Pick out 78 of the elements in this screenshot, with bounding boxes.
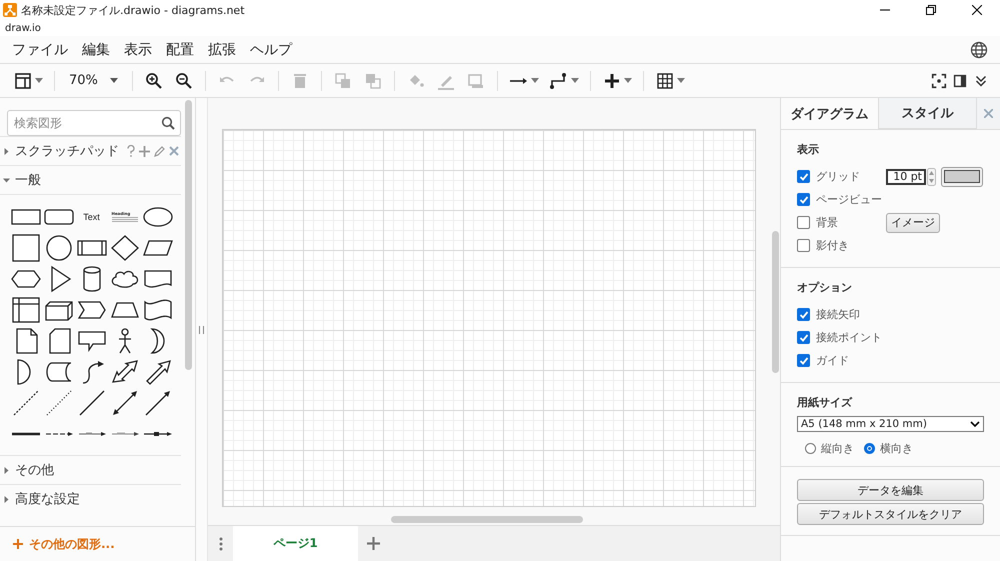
collapsed-triangle-icon[interactable]: [3, 496, 10, 502]
menu-item[interactable]: 表示: [124, 40, 152, 58]
menu-item[interactable]: 編集: [82, 40, 110, 58]
square-shape-icon[interactable]: [10, 234, 42, 262]
layout-icon[interactable]: [13, 70, 33, 90]
menu-item[interactable]: 拡張: [208, 40, 236, 58]
app-logo-icon: [3, 3, 17, 17]
action-button[interactable]: データを編集: [797, 479, 984, 501]
app-name: draw.io: [5, 22, 41, 34]
text-shape[interactable]: Text: [83, 212, 100, 222]
checkbox-label[interactable]: ページビュー: [816, 192, 886, 207]
internal-storage-shape-icon[interactable]: [10, 296, 42, 324]
zoom-dropdown[interactable]: 70%: [61, 73, 126, 88]
section-title[interactable]: その他: [15, 461, 54, 479]
scrollbar-thumb[interactable]: [185, 100, 192, 370]
radio-button[interactable]: [805, 443, 816, 454]
menu-item[interactable]: ヘルプ: [250, 40, 292, 58]
table-icon[interactable]: [654, 70, 675, 90]
collapsed-triangle-icon[interactable]: [3, 466, 10, 474]
menu-item[interactable]: 配置: [166, 40, 194, 58]
search-icon[interactable]: [161, 116, 175, 130]
expanded-triangle-icon[interactable]: [3, 176, 10, 184]
menu-item[interactable]: ファイル: [12, 40, 68, 58]
checkbox[interactable]: [797, 193, 810, 206]
waypoint-icon[interactable]: [548, 70, 569, 90]
caret-icon[interactable]: [110, 78, 118, 83]
caret-icon[interactable]: [570, 78, 579, 83]
checkbox[interactable]: [797, 239, 810, 252]
more-vertical-icon[interactable]: [219, 536, 223, 550]
diamond-shape-icon[interactable]: [108, 234, 140, 262]
checkbox[interactable]: [797, 331, 810, 344]
section-title[interactable]: 高度な設定: [15, 490, 80, 508]
fullscreen-icon[interactable]: [930, 72, 948, 90]
pencil-icon[interactable]: [154, 146, 165, 156]
close-icon[interactable]: [972, 5, 982, 15]
caret-icon[interactable]: [530, 78, 539, 83]
splitter-handle[interactable]: [199, 326, 204, 334]
collapsed-triangle-icon[interactable]: [3, 148, 10, 154]
caret-icon[interactable]: [35, 78, 43, 83]
checkbox[interactable]: [797, 308, 810, 321]
add-page-icon[interactable]: [367, 537, 380, 550]
section-heading: 用紙サイズ: [797, 395, 854, 410]
globe-icon[interactable]: [970, 40, 988, 58]
checkbox[interactable]: [797, 170, 810, 183]
checkbox-label[interactable]: ガイド: [816, 353, 886, 368]
grid-color-button[interactable]: [941, 166, 983, 186]
horizontal-scrollbar[interactable]: [391, 516, 583, 523]
checkbox-label[interactable]: 背景: [816, 215, 886, 230]
page-tab[interactable]: ページ1: [233, 526, 358, 561]
checkbox-label[interactable]: 接続矢印: [816, 307, 886, 322]
checkbox[interactable]: [797, 216, 810, 229]
radio-button[interactable]: [864, 443, 875, 454]
paper-size-dropdown[interactable]: A5 (148 mm x 210 mm): [797, 416, 984, 432]
caret-icon[interactable]: [624, 78, 632, 83]
section-heading: オプション: [797, 280, 853, 295]
window-title: 名称未設定ファイル.drawio - diagrams.net: [21, 2, 245, 18]
radio-label[interactable]: 横向き: [880, 441, 913, 456]
zoom-out-icon[interactable]: [174, 70, 194, 90]
restore-icon[interactable]: [926, 5, 936, 15]
section-heading: 表示: [797, 142, 820, 157]
search-field[interactable]: 検索図形: [7, 110, 181, 136]
checkbox[interactable]: [797, 354, 810, 367]
checkbox-label[interactable]: グリッド: [816, 169, 886, 184]
zoom-in-icon[interactable]: [144, 70, 164, 90]
help-icon[interactable]: [127, 145, 135, 157]
checkbox-label[interactable]: 影付き: [816, 238, 886, 253]
section-title[interactable]: スクラッチパッド: [15, 142, 119, 160]
grid-size-field[interactable]: 10 pt: [886, 168, 926, 184]
image-button[interactable]: イメージ: [886, 212, 940, 232]
panel-tab[interactable]: スタイル: [879, 98, 977, 129]
vertical-scrollbar[interactable]: [772, 231, 779, 373]
section-title[interactable]: 一般: [15, 171, 41, 189]
radio-label[interactable]: 縦向き: [821, 441, 854, 456]
checkbox-label[interactable]: 接続ポイント: [816, 330, 886, 345]
spinner-arrows-icon[interactable]: [927, 168, 936, 186]
caret-icon[interactable]: [676, 78, 685, 83]
chevron-down-icon[interactable]: [970, 420, 980, 428]
action-button[interactable]: デフォルトスタイルをクリア: [797, 503, 984, 525]
